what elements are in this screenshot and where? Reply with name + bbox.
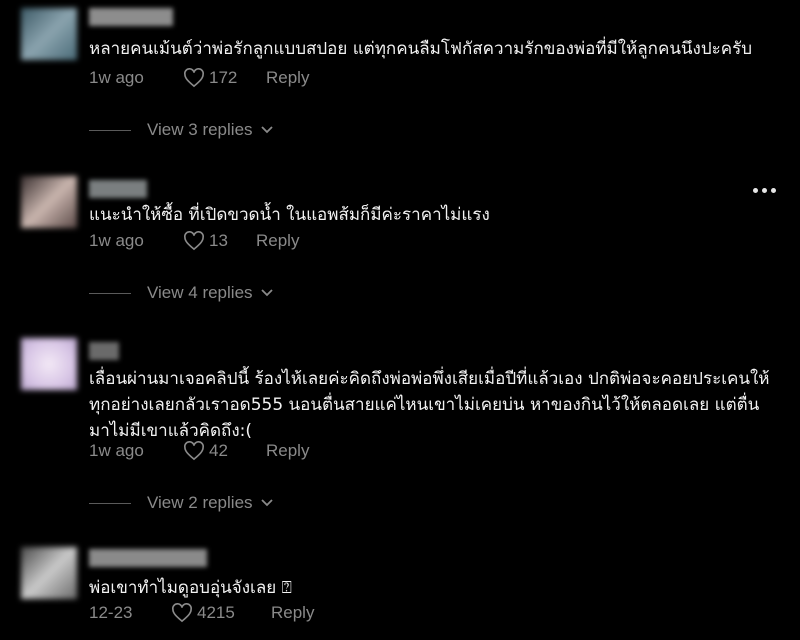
chevron-down-icon — [260, 126, 273, 134]
reply-button[interactable]: Reply — [266, 441, 309, 461]
comment-text: เลื่อนผ่านมาเจอคลิปนี้ ร้องไห้เลยค่ะคิดถ… — [89, 369, 770, 441]
view-replies-button[interactable]: View 4 replies — [89, 281, 273, 305]
avatar[interactable] — [21, 338, 77, 390]
comment-text: หลายคนเม้นต์ว่าพ่อรักลูกแบบสปอย แต่ทุกคน… — [89, 39, 753, 59]
view-replies-button[interactable]: View 3 replies — [89, 118, 273, 142]
username-redacted[interactable] — [89, 342, 119, 360]
avatar[interactable] — [21, 176, 77, 228]
more-horizontal-icon[interactable] — [753, 188, 776, 193]
comment-text: พ่อเขาทำไมดูอบอุ่นจังเลย ⍰ — [89, 578, 292, 598]
reply-button[interactable]: Reply — [271, 603, 314, 623]
like-count: 172 — [209, 68, 238, 87]
comment-meta: 12-23 4215 Reply — [89, 601, 314, 625]
username-redacted[interactable] — [89, 180, 147, 198]
like-button[interactable]: 4215 — [171, 603, 271, 623]
comment-meta: 1w ago 13 Reply — [89, 229, 299, 253]
comment-time: 1w ago — [89, 231, 144, 250]
like-button[interactable]: 42 — [183, 441, 266, 461]
like-count: 42 — [209, 441, 228, 460]
reply-button[interactable]: Reply — [256, 231, 299, 251]
heart-outline-icon — [184, 441, 204, 461]
chevron-down-icon — [260, 289, 273, 297]
heart-outline-icon — [172, 603, 192, 623]
view-replies-button[interactable]: View 2 replies — [89, 491, 273, 515]
view-replies-label: View 3 replies — [147, 120, 253, 139]
comment-meta: 1w ago 42 Reply — [89, 439, 309, 463]
like-count: 13 — [209, 231, 228, 250]
like-button[interactable]: 13 — [183, 231, 256, 251]
reply-button[interactable]: Reply — [266, 68, 309, 88]
comment-text: แนะนำให้ซื้อ ที่เปิดขวดน้ำ ในแอพส้มก็มีค… — [89, 205, 490, 225]
avatar[interactable] — [21, 8, 77, 60]
comment-time: 1w ago — [89, 441, 144, 460]
like-count: 4215 — [197, 603, 235, 622]
view-replies-label: View 2 replies — [147, 493, 253, 512]
view-replies-label: View 4 replies — [147, 283, 253, 302]
comment-meta: 1w ago 172 Reply — [89, 66, 309, 90]
like-button[interactable]: 172 — [183, 68, 266, 88]
divider — [89, 292, 131, 294]
comment-time: 12-23 — [89, 603, 133, 622]
chevron-down-icon — [260, 499, 273, 507]
heart-outline-icon — [184, 68, 204, 88]
heart-outline-icon — [184, 231, 204, 251]
avatar[interactable] — [21, 547, 77, 599]
divider — [89, 502, 131, 504]
username-redacted[interactable] — [89, 8, 173, 26]
username-redacted[interactable] — [89, 549, 207, 567]
comment-time: 1w ago — [89, 68, 144, 87]
divider — [89, 129, 131, 131]
